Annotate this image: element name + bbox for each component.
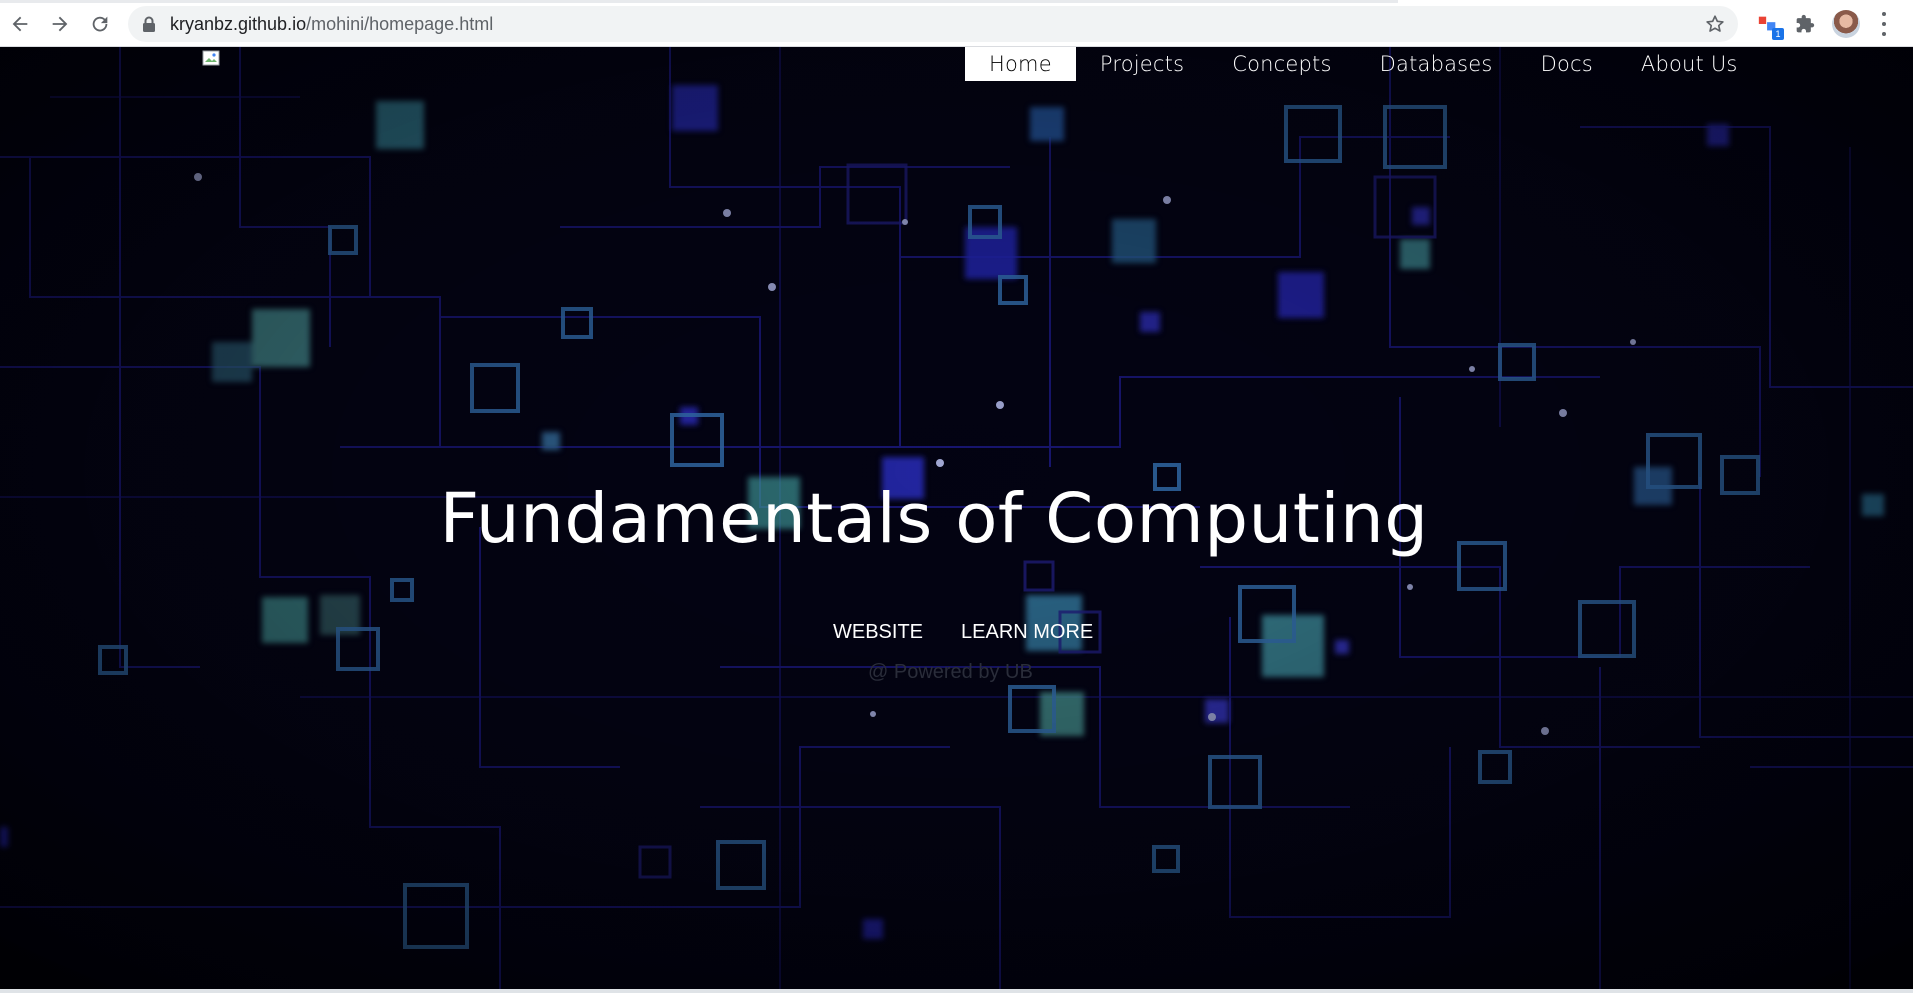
url-text[interactable]: kryanbz.github.io/mohini/homepage.html — [170, 6, 493, 42]
back-arrow-icon[interactable] — [6, 10, 34, 38]
browser-toolbar: kryanbz.github.io/mohini/homepage.html 1 — [0, 0, 1913, 47]
nav-docs[interactable]: Docs — [1517, 47, 1617, 81]
address-bar[interactable]: kryanbz.github.io/mohini/homepage.html — [128, 6, 1738, 42]
hero-title: Fundamentals of Computing — [439, 479, 1429, 559]
extension-icon[interactable]: 1 — [1755, 11, 1784, 40]
nav-concepts[interactable]: Concepts — [1208, 47, 1355, 81]
extension-badge: 1 — [1772, 28, 1784, 40]
window-bottom-edge — [0, 989, 1913, 993]
nav-about-us[interactable]: About Us — [1617, 47, 1762, 81]
nav-databases[interactable]: Databases — [1356, 47, 1517, 81]
nav-projects[interactable]: Projects — [1076, 47, 1208, 81]
homepage: Home Projects Concepts Databases Docs Ab… — [0, 47, 1913, 989]
puzzle-icon[interactable] — [1792, 11, 1818, 37]
powered-by-text: @ Powered by UB — [868, 661, 1033, 683]
site-navigation: Home Projects Concepts Databases Docs Ab… — [965, 47, 1762, 81]
forward-arrow-icon[interactable] — [46, 10, 74, 38]
learn-more-link[interactable]: LEARN MORE — [961, 621, 1093, 644]
website-link[interactable]: WEBSITE — [833, 621, 923, 644]
broken-logo-image — [202, 50, 220, 66]
reload-icon[interactable] — [86, 10, 114, 38]
bookmark-star-icon[interactable] — [1704, 13, 1726, 35]
loading-progress-bar — [0, 0, 1398, 3]
lock-icon — [143, 16, 155, 32]
nav-home[interactable]: Home — [965, 47, 1076, 81]
hero-links: WEBSITE LEARN MORE — [833, 621, 1093, 644]
more-menu-icon[interactable] — [1878, 12, 1890, 36]
profile-avatar[interactable] — [1832, 10, 1860, 38]
